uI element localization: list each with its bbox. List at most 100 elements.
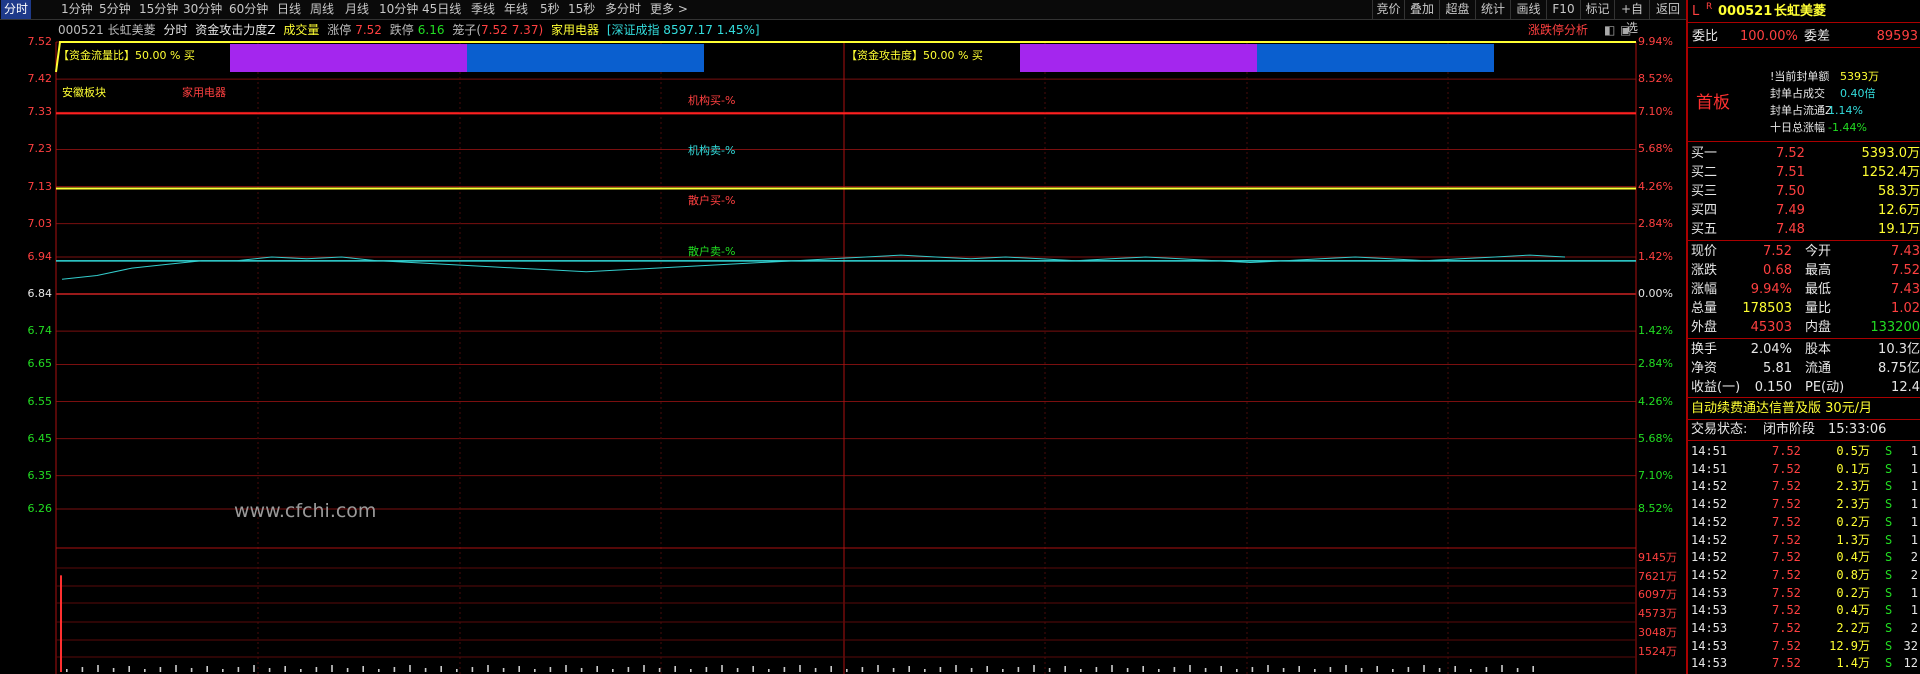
tab-9[interactable]: 10分钟 (379, 0, 418, 19)
volume-bar-17 (331, 665, 333, 672)
tab-3[interactable]: 15分钟 (139, 0, 178, 19)
sector-anhui-label[interactable]: 安徽板块 (62, 84, 106, 100)
tab-16[interactable]: 更多 > (650, 0, 688, 19)
bid-row-1[interactable]: 买二 7.51 1252.4万 (1688, 163, 1920, 182)
volume-bar-83 (1360, 668, 1363, 672)
tick-row-8: 14:53 7.52 0.2万 S 1 (1688, 585, 1920, 602)
toolbar-btn-6[interactable]: 标记 (1580, 0, 1614, 19)
toolbar-btn-4[interactable]: 画线 (1510, 0, 1546, 19)
fund-attack-label: 【资金攻击度】50.00 % 买 (846, 49, 983, 62)
quote-value-a-1: 0.68 (1763, 263, 1792, 278)
ad-banner[interactable]: 自动续费通达信普及版 30元/月 (1691, 399, 1872, 418)
fund-flow-buy-bar (230, 44, 467, 72)
volume-bar-82 (1345, 665, 1347, 672)
limit-down-label: 跌停 (389, 23, 414, 37)
tab-10[interactable]: 45日线 (422, 0, 461, 19)
toolbar-btn-3[interactable]: 统计 (1475, 0, 1510, 19)
toolbar-btn-1[interactable]: 叠加 (1404, 0, 1439, 19)
tick-price-10: 7.52 (1772, 621, 1801, 635)
fin-label-b-2: PE(动) (1805, 380, 1845, 395)
volume-bar-91 (1485, 667, 1488, 672)
tick-time-11: 14:53 (1691, 638, 1728, 653)
tab-7[interactable]: 周线 (310, 0, 334, 19)
volume-bar-72 (1189, 665, 1191, 672)
tick-count-5: 1 (1910, 532, 1918, 547)
limit-analysis-link[interactable]: 涨跌停分析 (1528, 20, 1588, 40)
tick-side-9: S (1885, 603, 1893, 618)
pct-tick-7: 0.00% (1638, 287, 1673, 301)
sector-appliance-label[interactable]: 家用电器 (182, 84, 226, 100)
volume-bar-42 (721, 665, 723, 672)
tab-14[interactable]: 15秒 (568, 0, 595, 19)
tab-13[interactable]: 5秒 (540, 0, 560, 19)
tab-8[interactable]: 月线 (345, 0, 369, 19)
volume-bar-34 (596, 666, 598, 672)
tab-5[interactable]: 60分钟 (229, 0, 268, 19)
volume-bar-79 (1298, 666, 1300, 672)
tab-11[interactable]: 季线 (471, 0, 495, 19)
quote-label-a-1: 涨跌 (1691, 263, 1718, 278)
bid-row-4[interactable]: 买五 7.48 19.1万 (1688, 220, 1920, 239)
volume-bar-49 (830, 666, 832, 672)
expand-icon[interactable]: ◧ (1604, 20, 1615, 40)
tick-price-6: 7.52 (1772, 550, 1801, 565)
flag-r: R (1706, 2, 1713, 12)
volume-bar-92 (1501, 665, 1503, 672)
trade-status-label: 交易状态: (1691, 422, 1748, 437)
tick-time-8: 14:53 (1691, 585, 1728, 600)
fin-value-b-2: 12.4 (1891, 380, 1920, 395)
cage-high: 7.37) (511, 23, 544, 37)
quote-label-b-3: 量比 (1805, 301, 1832, 316)
toolbar-btn-5[interactable]: F10 (1546, 0, 1580, 19)
volume-bar-19 (362, 666, 364, 672)
sector-label[interactable]: 家用电器 (551, 23, 599, 37)
retail-buy-label: 散户买-% (688, 194, 736, 207)
pct-tick-2: 7.10% (1638, 105, 1673, 119)
tab-1[interactable]: 1分钟 (61, 0, 93, 19)
bid-row-0[interactable]: 买一 7.52 5393.0万 (1688, 144, 1920, 163)
bid-row-3[interactable]: 买四 7.49 12.6万 (1688, 201, 1920, 220)
volume-bar-8 (190, 668, 193, 672)
bid-vol-4: 19.1万 (1878, 222, 1920, 237)
volume-bar-12 (253, 665, 255, 672)
tick-count-4: 1 (1910, 514, 1918, 529)
volume-bar-4 (128, 666, 130, 672)
indicator-name[interactable]: 资金攻击力度Z (195, 23, 275, 37)
bid-label-1: 买二 (1691, 165, 1718, 180)
tab-2[interactable]: 5分钟 (99, 0, 131, 19)
tick-row-5: 14:52 7.52 1.3万 S 1 (1688, 532, 1920, 549)
tab-15[interactable]: 多分时 (605, 0, 641, 19)
volume-bar-84 (1376, 666, 1378, 672)
tab-12[interactable]: 年线 (504, 0, 528, 19)
toolbar-btn-0[interactable]: 竞价 (1372, 0, 1404, 19)
seal-value-0: 5393万 (1840, 70, 1879, 83)
intraday-chart[interactable] (0, 40, 1686, 674)
view-mode: 分时 (163, 23, 188, 37)
fin-label-a-2: 收益(一) (1691, 380, 1741, 395)
fin-value-a-1: 5.81 (1763, 361, 1792, 376)
volume-bar-41 (705, 667, 708, 672)
tab-0[interactable]: 分时 (1, 0, 32, 19)
bid-price-3: 7.49 (1776, 203, 1805, 218)
quote-row-1: 涨跌 0.68 最高 7.52 (1688, 261, 1920, 280)
volume-label: 成交量 (283, 23, 320, 37)
toolbar-btn-8[interactable]: 返回 (1649, 0, 1686, 19)
tab-4[interactable]: 30分钟 (183, 0, 222, 19)
toolbar-btn-7[interactable]: +自选 (1614, 0, 1649, 35)
tick-vol-9: 0.4万 (1836, 603, 1870, 618)
quote-label-a-3: 总量 (1691, 301, 1718, 316)
window-icon[interactable]: ▣ (1620, 20, 1631, 40)
seal-value-3: -1.44% (1828, 121, 1867, 134)
bid-vol-1: 1252.4万 (1861, 165, 1920, 180)
tick-side-11: S (1885, 638, 1893, 653)
bid-label-4: 买五 (1691, 222, 1718, 237)
pct-tick-9: 2.84% (1638, 357, 1673, 371)
limit-up-label: 涨停 (327, 23, 352, 37)
volume-bar-66 (1095, 667, 1098, 672)
cage-label: 笼子( (452, 23, 482, 37)
pct-tick-11: 5.68% (1638, 431, 1673, 445)
bid-row-2[interactable]: 买三 7.50 58.3万 (1688, 182, 1920, 201)
toolbar-btn-2[interactable]: 超盘 (1439, 0, 1475, 19)
tick-side-5: S (1885, 532, 1893, 547)
tab-6[interactable]: 日线 (277, 0, 301, 19)
